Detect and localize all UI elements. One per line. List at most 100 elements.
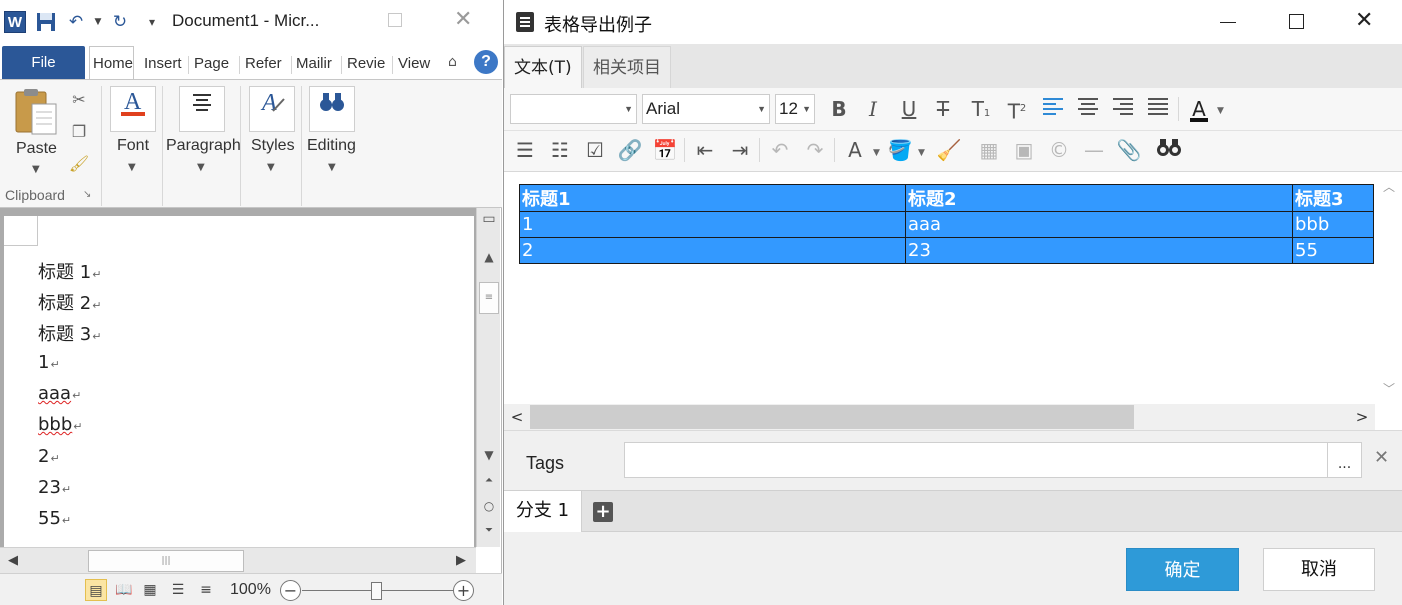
align-right-icon[interactable] [1108,94,1138,124]
print-layout-icon[interactable]: ▤ [85,579,107,601]
doc-paragraph[interactable]: 标题 1↵ [38,258,101,284]
styles-group-icon[interactable]: A [249,86,295,132]
undo-icon[interactable]: ↶ [66,12,86,32]
scroll-up-icon[interactable]: ▲ [477,246,501,268]
table-header-cell[interactable]: 标题2 [905,184,1293,212]
tab-home[interactable]: Home [89,46,134,80]
font-family-select[interactable]: Arial ▼ [642,94,770,124]
exported-table[interactable]: 标题1 标题2 标题3 1 aaa bbb 2 23 55 [519,184,1374,264]
full-screen-reading-icon[interactable]: 📖 [113,579,135,601]
word-restore-icon[interactable] [388,13,402,27]
link-icon[interactable]: 🔗 [615,135,645,165]
highlight-dropdown-icon[interactable]: ▼ [873,148,880,158]
tab-text[interactable]: 文本(T) [504,46,582,88]
tab-review[interactable]: Revie [344,50,388,80]
doc-paragraph[interactable]: 1↵ [38,352,60,373]
h-scroll-thumb[interactable]: ||| [88,550,244,572]
superscript-icon[interactable]: T2 [1002,94,1032,124]
h-scroll-thumb[interactable] [530,405,1134,429]
doc-paragraph[interactable]: 标题 2↵ [38,289,101,315]
draft-icon[interactable]: ≡ [195,579,217,601]
cancel-button[interactable]: 取消 [1263,548,1375,591]
document-page[interactable]: 标题 1↵ 标题 2↵ 标题 3↵ 1↵ aaa↵ bbb↵ 2↵ 23↵ 55… [4,216,474,547]
next-page-icon[interactable]: ⏷ [477,520,501,542]
branch-tab-1[interactable]: 分支 1 [504,491,582,532]
tags-clear-icon[interactable]: ✕ [1374,447,1389,468]
doc-paragraph[interactable]: 55↵ [38,508,71,529]
ok-button[interactable]: 确定 [1126,548,1239,591]
undo-icon[interactable]: ↶ [765,135,795,165]
table-cell[interactable]: 23 [905,237,1293,264]
font-dropdown-icon[interactable]: ▼ [128,162,136,173]
customize-toolbar-icon[interactable]: ▾ [142,12,162,32]
word-logo-icon[interactable]: W [4,11,26,33]
doc-paragraph[interactable]: 2↵ [38,446,60,467]
paste-icon[interactable] [14,88,58,136]
table-icon[interactable]: ▦ [974,135,1004,165]
font-group-icon[interactable]: A [110,86,156,132]
horizontal-rule-icon[interactable]: — [1079,135,1109,165]
styles-dropdown-icon[interactable]: ▼ [267,162,275,173]
strikethrough-icon[interactable]: T [928,94,958,124]
close-icon[interactable]: ✕ [1355,8,1373,33]
copyright-icon[interactable]: © [1044,135,1074,165]
tab-view[interactable]: View [395,50,439,80]
add-branch-icon[interactable]: + [593,502,613,522]
font-size-select[interactable]: 12 ▼ [775,94,815,124]
tags-browse-button[interactable]: ... [1328,442,1362,478]
zoom-out-icon[interactable]: − [280,580,301,601]
find-icon[interactable] [1154,135,1184,165]
table-cell[interactable]: aaa [905,211,1293,238]
table-cell[interactable]: 2 [519,237,906,264]
doc-paragraph[interactable]: 23↵ [38,477,71,498]
minimize-ribbon-icon[interactable]: ⌂ [448,54,457,70]
table-cell[interactable]: 1 [519,211,906,238]
scroll-left-icon[interactable]: < [504,404,530,430]
scroll-left-icon[interactable]: ◀ [2,548,24,574]
web-layout-icon[interactable]: ▦ [139,579,161,601]
scroll-right-icon[interactable]: ▶ [450,548,472,574]
table-header-cell[interactable]: 标题1 [519,184,906,212]
editor-content[interactable]: 标题1 标题2 标题3 1 aaa bbb 2 23 55 ︿ ﹀ < > [504,172,1402,430]
scroll-down-icon[interactable]: ﹀ [1375,380,1402,397]
fill-color-dropdown-icon[interactable]: ▼ [918,148,925,158]
browse-object-icon[interactable]: ○ [477,495,501,517]
align-left-icon[interactable] [1038,94,1068,124]
redo-icon[interactable]: ↻ [110,12,130,32]
doc-paragraph[interactable]: aaa↵ [38,383,81,404]
numbered-list-icon[interactable]: ☷ [545,135,575,165]
tab-file[interactable]: File [2,46,85,80]
tab-mailings[interactable]: Mailir [293,50,336,80]
table-cell[interactable]: bbb [1292,211,1374,238]
tab-related-items[interactable]: 相关项目 [583,46,671,88]
paragraph-style-select[interactable]: ▼ [510,94,637,124]
word-horizontal-scrollbar[interactable]: ◀ ||| ▶ [0,547,476,573]
underline-icon[interactable]: U [894,94,924,124]
editing-dropdown-icon[interactable]: ▼ [328,162,336,173]
clipboard-launcher-icon[interactable]: ↘ [83,189,91,200]
paragraph-dropdown-icon[interactable]: ▼ [197,162,205,173]
zoom-in-icon[interactable]: + [453,580,474,601]
tags-input[interactable] [624,442,1328,478]
italic-icon[interactable]: I [858,94,888,124]
scroll-right-icon[interactable]: > [1349,404,1375,430]
cut-icon[interactable]: ✂ [68,90,90,110]
word-vertical-scrollbar[interactable]: ▭ ▲ ≡ ▼ ⏶ ○ ⏷ [476,208,500,547]
fill-color-icon[interactable]: 🪣 [885,135,915,165]
font-color-icon[interactable]: A [1184,94,1214,124]
ruler-toggle-icon[interactable]: ▭ [477,208,501,230]
tab-page[interactable]: Page [191,50,235,80]
copy-icon[interactable]: ❐ [68,122,90,142]
doc-paragraph[interactable]: 标题 3↵ [38,320,101,346]
clear-format-icon[interactable]: 🧹 [934,135,964,165]
minimize-icon[interactable] [1220,22,1236,23]
table-cell[interactable]: 55 [1292,237,1374,264]
format-painter-icon[interactable]: 🖌 [68,154,90,174]
paste-dropdown-icon[interactable]: ▼ [32,164,40,175]
attachment-icon[interactable]: 📎 [1114,135,1144,165]
align-justify-icon[interactable] [1143,94,1173,124]
save-icon[interactable] [36,12,56,32]
image-icon[interactable]: ▣ [1009,135,1039,165]
subscript-icon[interactable]: T1 [966,94,996,124]
editing-group-icon[interactable] [309,86,355,132]
